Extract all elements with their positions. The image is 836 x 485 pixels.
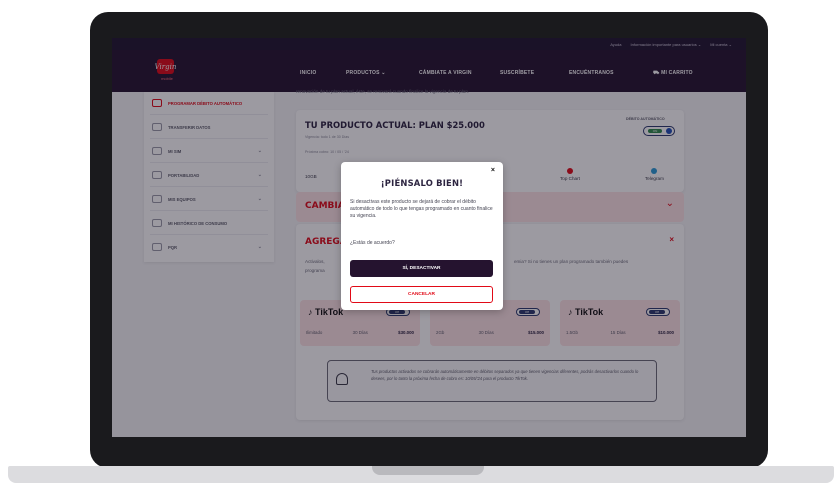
laptop-notch bbox=[372, 466, 484, 475]
close-icon[interactable]: × bbox=[491, 167, 495, 174]
deactivate-confirm-modal: × ¡PIÉNSALO BIEN! Si desactivas este pro… bbox=[341, 162, 503, 310]
modal-title: ¡PIÉNSALO BIEN! bbox=[380, 178, 464, 188]
modal-question: ¿Estás de acuerdo? bbox=[350, 240, 395, 246]
app-screen: Ayuda Información importante para usuari… bbox=[112, 38, 746, 437]
cancel-button[interactable]: CANCELAR bbox=[350, 286, 493, 303]
modal-body-text: Si desactivas este producto se dejará de… bbox=[350, 199, 493, 220]
confirm-deactivate-button[interactable]: SÍ, DESACTIVAR bbox=[350, 260, 493, 277]
